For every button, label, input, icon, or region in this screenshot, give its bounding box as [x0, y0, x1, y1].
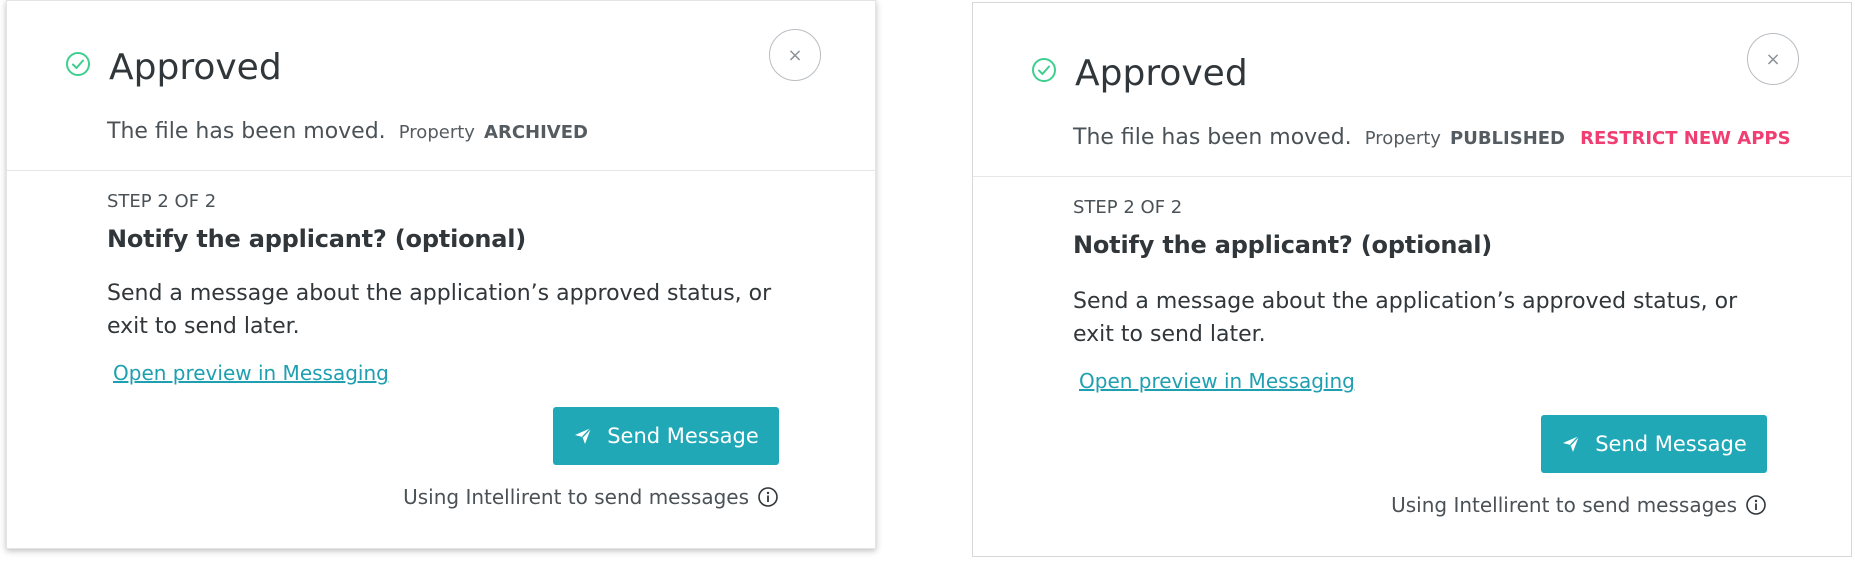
- open-preview-link[interactable]: Open preview in Messaging: [1079, 369, 1355, 393]
- status-line: The file has been moved. Property ARCHIV…: [107, 119, 598, 144]
- property-label: Property: [398, 122, 475, 143]
- check-circle-icon: [66, 52, 90, 76]
- send-message-button[interactable]: Send Message: [1541, 415, 1767, 473]
- approval-modal-archived: Approved × The file has been moved. Prop…: [6, 0, 876, 549]
- paper-plane-icon: [1563, 435, 1580, 452]
- modal-title: Approved: [1075, 53, 1248, 94]
- notify-heading: Notify the applicant? (optional): [107, 225, 527, 253]
- check-circle-icon: [1032, 58, 1056, 82]
- property-status: PUBLISHED: [1450, 128, 1565, 149]
- modal-title: Approved: [109, 47, 282, 88]
- status-message: The file has been moved.: [107, 119, 386, 144]
- info-icon[interactable]: [1745, 494, 1767, 516]
- send-message-label: Send Message: [1595, 432, 1747, 456]
- divider: [7, 170, 875, 171]
- info-icon[interactable]: [757, 486, 779, 508]
- status-line: The file has been moved. Property PUBLIS…: [1073, 125, 1791, 150]
- paper-plane-icon: [575, 427, 592, 444]
- footer-note: Using Intellirent to send messages: [403, 485, 779, 509]
- step-label: STEP 2 OF 2: [107, 191, 217, 212]
- send-message-label: Send Message: [607, 424, 759, 448]
- property-status: ARCHIVED: [484, 122, 588, 143]
- footer-note-text: Using Intellirent to send messages: [1391, 493, 1737, 517]
- close-button[interactable]: ×: [1747, 33, 1799, 85]
- footer-note-text: Using Intellirent to send messages: [403, 485, 749, 509]
- notify-description: Send a message about the application’s a…: [107, 281, 772, 339]
- status-message: The file has been moved.: [1073, 125, 1352, 150]
- property-label: Property: [1364, 128, 1441, 149]
- restrict-new-apps-badge: RESTRICT NEW APPS: [1580, 128, 1791, 149]
- open-preview-link[interactable]: Open preview in Messaging: [113, 361, 389, 385]
- close-icon: ×: [1765, 48, 1781, 70]
- close-button[interactable]: ×: [769, 29, 821, 81]
- send-message-button[interactable]: Send Message: [553, 407, 779, 465]
- footer-note: Using Intellirent to send messages: [1391, 493, 1767, 517]
- approval-modal-published: Approved × The file has been moved. Prop…: [972, 2, 1852, 557]
- step-label: STEP 2 OF 2: [1073, 197, 1183, 218]
- divider: [973, 176, 1851, 177]
- notify-description: Send a message about the application’s a…: [1073, 289, 1738, 347]
- notify-heading: Notify the applicant? (optional): [1073, 231, 1493, 259]
- close-icon: ×: [787, 44, 803, 66]
